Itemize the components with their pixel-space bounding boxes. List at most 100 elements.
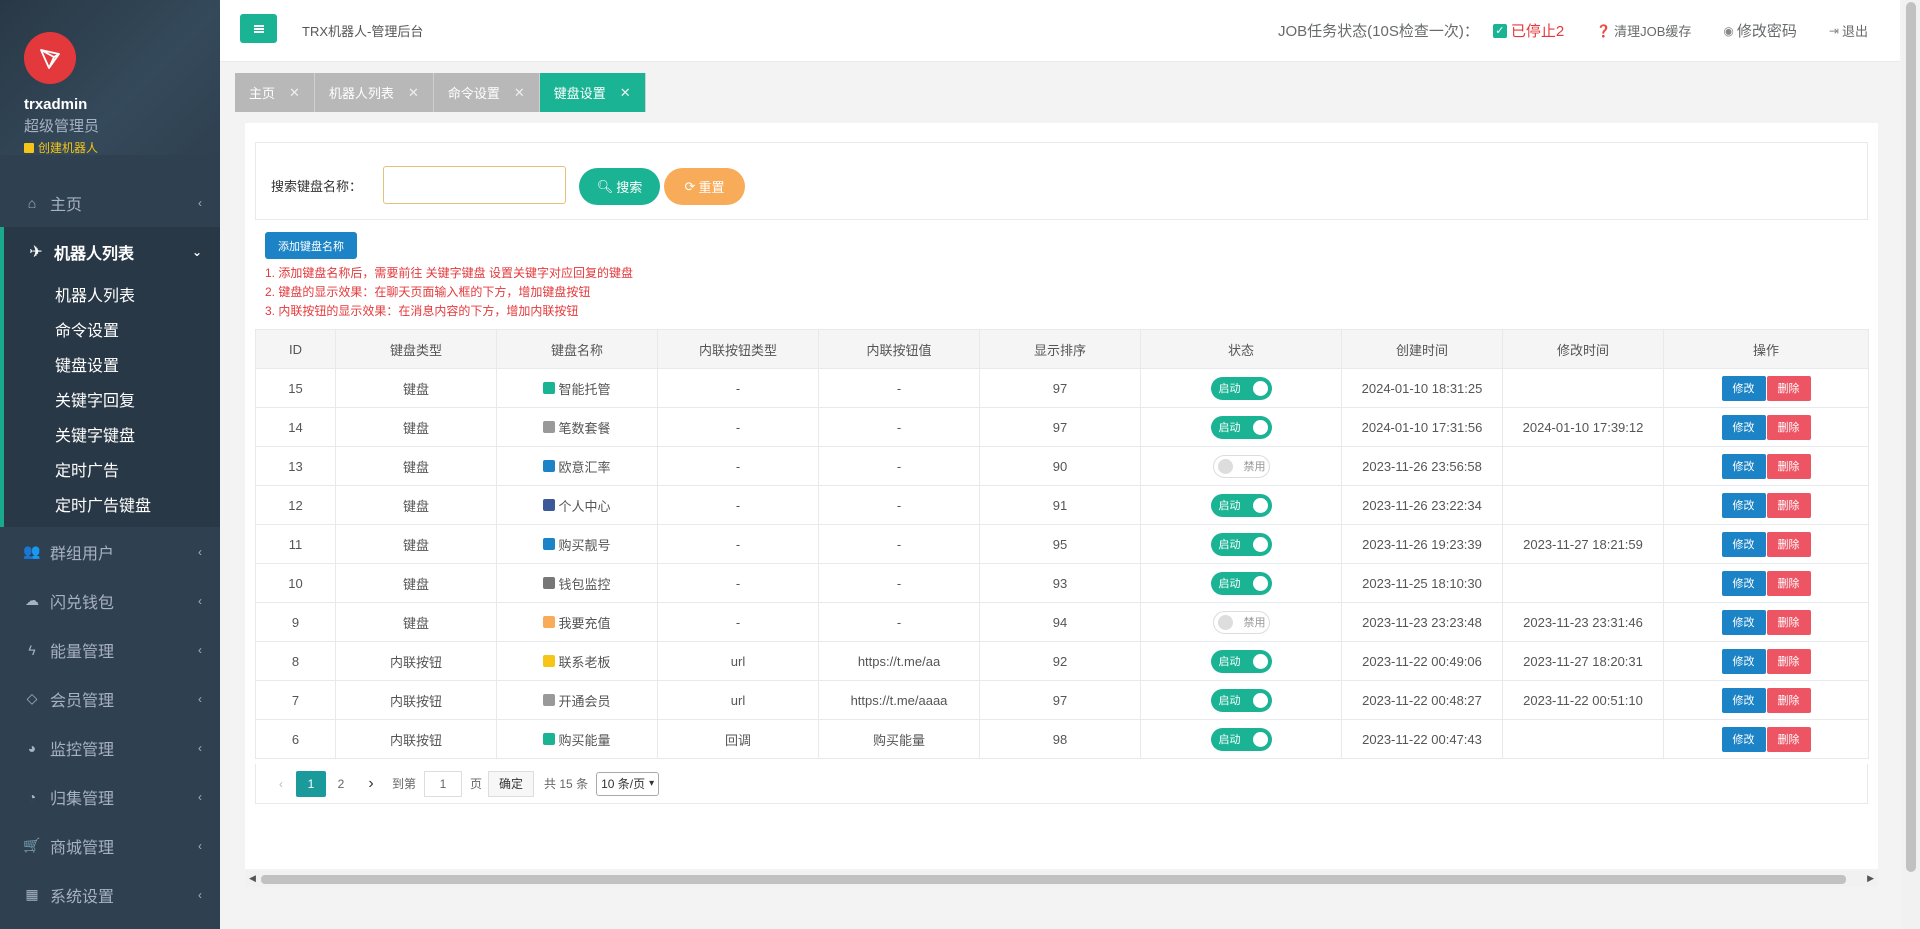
menu-toggle-button[interactable] bbox=[240, 14, 277, 43]
sidebar-item-collection[interactable]: ◔ 归集管理 ‹ bbox=[0, 772, 220, 821]
cell-keyboard-type: 键盘 bbox=[335, 563, 497, 603]
status-toggle[interactable]: 启动 bbox=[1210, 727, 1272, 751]
sidebar-item-home[interactable]: ⌂ 主页 ‹ bbox=[0, 178, 220, 227]
status-toggle[interactable]: 启动 bbox=[1210, 688, 1272, 712]
tab-robot-list[interactable]: 机器人列表 ✕ bbox=[314, 73, 434, 112]
change-password-link[interactable]: ◉ 修改密码 bbox=[1723, 20, 1797, 41]
status-toggle[interactable]: 禁用 bbox=[1212, 454, 1270, 478]
edit-button[interactable]: 修改 bbox=[1721, 531, 1766, 557]
edit-button[interactable]: 修改 bbox=[1721, 648, 1766, 674]
add-keyboard-button[interactable]: 添加键盘名称 bbox=[265, 232, 357, 259]
scrollbar-thumb[interactable] bbox=[1906, 2, 1916, 872]
create-robot-link[interactable]: 创建机器人 bbox=[24, 139, 220, 156]
col-status[interactable]: 状态 bbox=[1140, 329, 1342, 369]
edit-button[interactable]: 修改 bbox=[1721, 687, 1766, 713]
sidebar-item-flash-wallet[interactable]: ☁ 闪兑钱包 ‹ bbox=[0, 576, 220, 625]
sidebar-item-monitor[interactable]: ◕ 监控管理 ‹ bbox=[0, 723, 220, 772]
col-sort[interactable]: 显示排序 bbox=[979, 329, 1141, 369]
delete-button[interactable]: 删除 bbox=[1766, 648, 1811, 674]
clear-job-cache-link[interactable]: ❓ 清理JOB缓存 bbox=[1596, 21, 1691, 40]
sidebar-item-shop[interactable]: 🛒 商城管理 ‹ bbox=[0, 821, 220, 870]
edit-button[interactable]: 修改 bbox=[1721, 453, 1766, 479]
delete-button[interactable]: 删除 bbox=[1766, 609, 1811, 635]
sidebar-item-robots[interactable]: ✈ 机器人列表 ⌄ bbox=[4, 227, 220, 276]
sidebar-subitem-keyword-keyboard[interactable]: 关键字键盘 bbox=[4, 416, 220, 451]
search-button[interactable]: 🔍︎ 搜索 bbox=[579, 168, 660, 205]
cell-actions: 修改 删除 bbox=[1663, 368, 1869, 408]
cell-id: 14 bbox=[255, 407, 336, 447]
search-label: 搜索键盘名称： bbox=[271, 179, 363, 194]
sidebar-item-system[interactable]: ▦ 系统设置 ‹ bbox=[0, 870, 220, 919]
delete-button[interactable]: 删除 bbox=[1766, 492, 1811, 518]
col-created[interactable]: 创建时间 bbox=[1341, 329, 1503, 369]
tab-home[interactable]: 主页 ✕ bbox=[235, 73, 315, 112]
sidebar-item-energy[interactable]: ϟ 能量管理 ‹ bbox=[0, 625, 220, 674]
status-toggle[interactable]: 启动 bbox=[1210, 376, 1272, 400]
col-keyboard-name[interactable]: 键盘名称 bbox=[496, 329, 658, 369]
edit-button[interactable]: 修改 bbox=[1721, 414, 1766, 440]
status-toggle[interactable]: 启动 bbox=[1210, 415, 1272, 439]
sidebar-subitem-scheduled-ad-keyboard[interactable]: 定时广告键盘 bbox=[4, 486, 220, 521]
status-toggle[interactable]: 启动 bbox=[1210, 571, 1272, 595]
delete-button[interactable]: 删除 bbox=[1766, 687, 1811, 713]
cell-id: 13 bbox=[255, 446, 336, 486]
scroll-right-icon[interactable]: ▶ bbox=[1867, 873, 1874, 884]
edit-button[interactable]: 修改 bbox=[1721, 570, 1766, 596]
sidebar-subitem-command-settings[interactable]: 命令设置 bbox=[4, 311, 220, 346]
close-icon[interactable]: ✕ bbox=[514, 85, 525, 101]
cell-actions: 修改 删除 bbox=[1663, 407, 1869, 447]
sidebar-item-group-users[interactable]: 👥 群组用户 ‹ bbox=[0, 527, 220, 576]
cell-inline-button-value: - bbox=[818, 602, 980, 642]
status-toggle[interactable]: 禁用 bbox=[1212, 610, 1270, 634]
col-inline-button-type[interactable]: 内联按钮类型 bbox=[657, 329, 819, 369]
sidebar-item-members[interactable]: ◇ 会员管理 ‹ bbox=[0, 674, 220, 723]
delete-button[interactable]: 删除 bbox=[1766, 375, 1811, 401]
edit-button[interactable]: 修改 bbox=[1721, 609, 1766, 635]
close-icon[interactable]: ✕ bbox=[408, 85, 419, 101]
col-id[interactable]: ID bbox=[255, 329, 336, 369]
col-keyboard-type[interactable]: 键盘类型 bbox=[335, 329, 497, 369]
tab-command-settings[interactable]: 命令设置 ✕ bbox=[433, 73, 540, 112]
logout-link[interactable]: ⇥ 退出 bbox=[1829, 21, 1868, 40]
page-size-select[interactable]: 10 条/页 ▾ bbox=[596, 771, 660, 796]
goto-confirm-button[interactable]: 确定 bbox=[488, 770, 535, 797]
edit-button[interactable]: 修改 bbox=[1721, 726, 1766, 752]
edit-button[interactable]: 修改 bbox=[1721, 492, 1766, 518]
dashboard-icon: ◔ bbox=[27, 788, 37, 805]
goto-page-input[interactable]: 1 bbox=[424, 770, 463, 797]
delete-button[interactable]: 删除 bbox=[1766, 570, 1811, 596]
next-page-icon[interactable]: › bbox=[356, 771, 386, 797]
page-2[interactable]: 2 bbox=[326, 771, 356, 797]
prev-page-icon[interactable]: ‹ bbox=[266, 771, 296, 797]
reset-button[interactable]: ⟳ 重置 bbox=[664, 168, 745, 205]
close-icon[interactable]: ✕ bbox=[620, 85, 631, 101]
delete-button[interactable]: 删除 bbox=[1766, 453, 1811, 479]
col-inline-button-value[interactable]: 内联按钮值 bbox=[818, 329, 980, 369]
search-input[interactable] bbox=[383, 166, 566, 204]
robot-icon bbox=[24, 142, 34, 153]
tab-keyboard-settings[interactable]: 键盘设置 ✕ bbox=[539, 73, 646, 112]
status-toggle[interactable]: 启动 bbox=[1210, 532, 1272, 556]
search-icon: 🔍︎ bbox=[596, 178, 614, 194]
horizontal-scrollbar[interactable]: ◀ ▶ bbox=[245, 871, 1878, 887]
sidebar-subitem-scheduled-ads[interactable]: 定时广告 bbox=[4, 451, 220, 486]
delete-button[interactable]: 删除 bbox=[1766, 414, 1811, 440]
scroll-left-icon[interactable]: ◀ bbox=[249, 873, 256, 884]
col-modified[interactable]: 修改时间 bbox=[1502, 329, 1664, 369]
sign-out-icon: ⇥ bbox=[1828, 23, 1839, 38]
delete-button[interactable]: 删除 bbox=[1766, 726, 1811, 752]
cell-actions: 修改 删除 bbox=[1663, 563, 1869, 603]
sidebar-subitem-keyboard-settings[interactable]: 键盘设置 bbox=[4, 346, 220, 381]
status-toggle[interactable]: 启动 bbox=[1210, 493, 1272, 517]
status-toggle[interactable]: 启动 bbox=[1210, 649, 1272, 673]
sidebar-subitem-keyword-reply[interactable]: 关键字回复 bbox=[4, 381, 220, 416]
cell-inline-button-value: - bbox=[818, 368, 980, 408]
cell-modified: 2023-11-22 00:51:10 bbox=[1502, 680, 1664, 720]
edit-button[interactable]: 修改 bbox=[1721, 375, 1766, 401]
close-icon[interactable]: ✕ bbox=[289, 85, 300, 101]
sidebar-subitem-robot-list[interactable]: 机器人列表 bbox=[4, 276, 220, 311]
scrollbar-thumb[interactable] bbox=[261, 875, 1846, 884]
page-1[interactable]: 1 bbox=[296, 770, 326, 797]
vertical-scrollbar[interactable] bbox=[1902, 0, 1920, 929]
delete-button[interactable]: 删除 bbox=[1766, 531, 1811, 557]
